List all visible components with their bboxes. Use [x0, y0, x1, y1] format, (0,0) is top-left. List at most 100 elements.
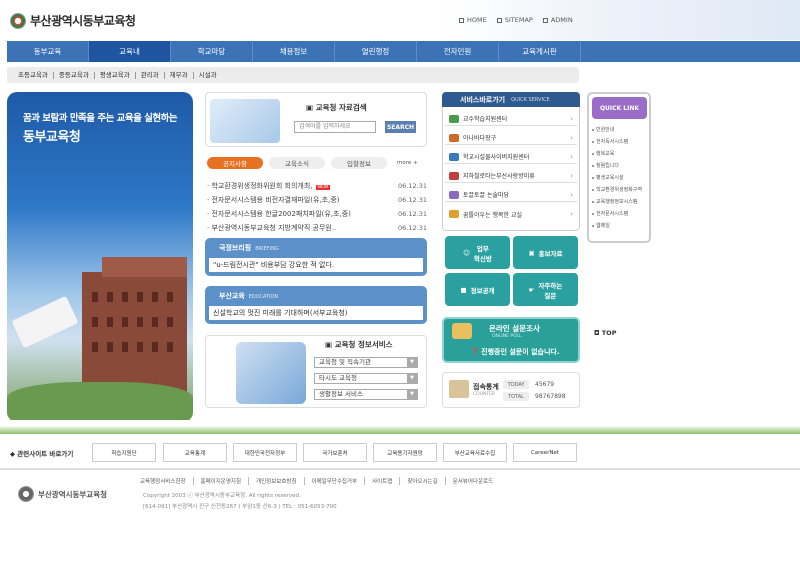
window [107, 317, 113, 327]
quick-service-item[interactable]: 지하철로타는부산사랑방미류 › [445, 169, 577, 183]
sitemap-link[interactable]: SITEMAP [496, 16, 533, 24]
nav-item-admin[interactable]: 열린행정 [335, 41, 417, 62]
related-site-link[interactable]: 국가보훈처 [303, 443, 367, 462]
poll-title: 온라인 설문조사 [489, 324, 540, 333]
search-panel [205, 92, 427, 147]
quick-link-item[interactable]: 행복교육 [592, 150, 614, 157]
quick-link-item[interactable]: 평생교육시설 [592, 174, 624, 181]
agency-select[interactable]: 교육청 및 직속기관 ▼ [314, 357, 418, 368]
footer-link[interactable]: 교육행정서비스헌장 [140, 477, 194, 485]
tile-faq[interactable]: ☛ 자주하는 질문 [513, 273, 578, 306]
disk-icon: ▣ [528, 248, 535, 257]
footer-link[interactable]: 홈페이지운영지침 [194, 477, 250, 485]
quick-link-item[interactable]: 청렴립니다 [592, 162, 619, 169]
chevron-right-icon: › [570, 210, 573, 218]
poll-title-en: ONLINE POLL [492, 334, 522, 339]
related-site-link[interactable]: 교육통계 [163, 443, 227, 462]
more-link[interactable]: more + [397, 160, 418, 166]
footer-link[interactable]: 문서뷰어다운로드 [446, 477, 500, 485]
quick-service-item[interactable]: 교수학습지원센터 › [445, 112, 577, 126]
top-links: HOME SITEMAP ADMIN [459, 16, 573, 24]
subnav-item[interactable]: 중등교육과 [54, 71, 95, 79]
quick-link-item[interactable]: 웹메일 [592, 222, 610, 229]
counter-title-en: COUNTER [473, 392, 496, 397]
quick-link-item[interactable]: 전자문서시스템 [592, 210, 628, 217]
briefing-text[interactable]: "u-드림전시관" 비용부담 강요한 적 없다. [209, 258, 423, 272]
square-bullet-icon [496, 17, 502, 23]
list-item[interactable]: · 학교환경위생정화위원회 회의개최, NEW 06.12.31 [207, 179, 427, 193]
window [122, 317, 128, 327]
quick-service-item[interactable]: 학교시설물사이버지원센터 › [445, 150, 577, 164]
window [107, 292, 113, 302]
education-panel: 부산교육 EDUCATION 신설학교의 멋진 미래를 기대하며(서부교육청) [205, 286, 427, 324]
related-site-link[interactable]: 교육용기자원망 [373, 443, 437, 462]
quick-service-item[interactable]: 아나바다장구 › [445, 131, 577, 145]
emblem-icon [18, 486, 34, 502]
related-site-link[interactable]: CareerNet [513, 443, 577, 462]
window [152, 317, 158, 327]
window [137, 292, 143, 302]
nav-item-board[interactable]: 교육게시판 [499, 41, 581, 62]
subnav-item[interactable]: 관리과 [136, 71, 165, 79]
footer-link[interactable]: 찾아오시는길 [400, 477, 446, 485]
list-item[interactable]: · 부산광역시동부교육청 지방계약직 공무원.. 06.12.31 [207, 221, 427, 235]
news-tabs: 공지사항 교육소식 입찰정보 [207, 157, 387, 169]
tile-pr[interactable]: ▣ 홍보자료 [513, 236, 578, 269]
admin-link[interactable]: ADMIN [542, 16, 573, 24]
window [92, 292, 98, 302]
chevron-right-icon: › [570, 133, 573, 142]
search-input[interactable]: 검색어를 입력하세요 [294, 121, 376, 133]
counter-panel: 접속통계 COUNTER TODAY 45679 TOTAL 98767898 [442, 372, 580, 408]
main-nav: 동부교육 교육내 학교마당 채용정보 열린행정 전자민원 교육게시판 [7, 41, 800, 62]
related-site-link[interactable]: 부산교육사료수집 [443, 443, 507, 462]
logo-text: 부산광역시동부교육청 [30, 14, 136, 28]
quick-service-item[interactable]: 토끌토끌 논술마당 › [445, 188, 577, 202]
today-label: TODAY [503, 380, 529, 389]
window [167, 317, 173, 327]
quick-link-item[interactable]: 전자독서시스템 [592, 138, 628, 145]
subnav-item[interactable]: 평생교육과 [95, 71, 136, 79]
list-item[interactable]: · 전자문서시스템용 한글2002패치파일(유,초,중) 06.12.31 [207, 207, 427, 221]
search-button[interactable]: SEARCH [385, 121, 416, 133]
education-text[interactable]: 신설학교의 멋진 미래를 기대하며(서부교육청) [209, 306, 423, 320]
lock-icon: ■ [460, 285, 467, 294]
tile-innovation[interactable]: ☺ 업무 혁신방 [445, 236, 510, 269]
related-site-link[interactable]: 대한민국전자정부 [233, 443, 297, 462]
quick-link-item[interactable]: 학교환경위생정화구역 [592, 186, 642, 193]
related-site-link[interactable]: 학습지원단 [92, 443, 156, 462]
list-item[interactable]: · 전자문서시스템용 비전자결재파일(유,초,중) 06.12.31 [207, 193, 427, 207]
quick-link-item[interactable]: 민원안내 [592, 126, 614, 133]
tab-news[interactable]: 교육소식 [269, 157, 325, 169]
subnav-item[interactable]: 재무과 [165, 71, 194, 79]
tab-notice[interactable]: 공지사항 [207, 157, 263, 169]
computer-illustration [236, 342, 306, 404]
subnav-item[interactable]: 초등교육과 [13, 71, 54, 79]
window [92, 342, 98, 352]
hero-slogan: 꿈과 보람과 만족을 주는 교육을 실현하는 [23, 113, 178, 124]
chevron-right-icon: › [570, 114, 573, 123]
subnav-item[interactable]: 시설과 [194, 71, 222, 79]
footer-link[interactable]: 사이트맵 [365, 477, 401, 485]
people-icon: ☺ [463, 248, 470, 257]
life-info-select[interactable]: 생활정보 서비스 ▼ [314, 389, 418, 400]
window [167, 292, 173, 302]
chevron-down-icon: ▼ [407, 358, 417, 367]
site-logo[interactable]: 부산광역시동부교육청 [10, 12, 136, 29]
tile-disclosure[interactable]: ■ 정보공개 [445, 273, 510, 306]
tab-bid[interactable]: 입찰정보 [331, 157, 387, 169]
footer-link[interactable]: 개인정보보호방침 [249, 477, 305, 485]
nav-item-recruit[interactable]: 채용정보 [253, 41, 335, 62]
other-office-select[interactable]: 타시도 교육청 ▼ [314, 373, 418, 384]
nav-item-school[interactable]: 학교마당 [171, 41, 253, 62]
quick-link-item[interactable]: 교육행정정보시스템 [592, 198, 637, 205]
window [107, 342, 113, 352]
window [137, 342, 143, 352]
top-button[interactable]: ◘ TOP [594, 329, 616, 337]
nav-item-education[interactable]: 교육내 [89, 41, 171, 62]
footer-link[interactable]: 이메일무단수집거부 [305, 477, 366, 485]
bullet-icon: ▣ [306, 103, 316, 112]
quick-service-item[interactable]: 꿈틀이우는 행복한 교실 › [445, 207, 577, 221]
nav-item-dongbu[interactable]: 동부교육 [7, 41, 89, 62]
home-link[interactable]: HOME [459, 16, 487, 24]
nav-item-civil[interactable]: 전자민원 [417, 41, 499, 62]
